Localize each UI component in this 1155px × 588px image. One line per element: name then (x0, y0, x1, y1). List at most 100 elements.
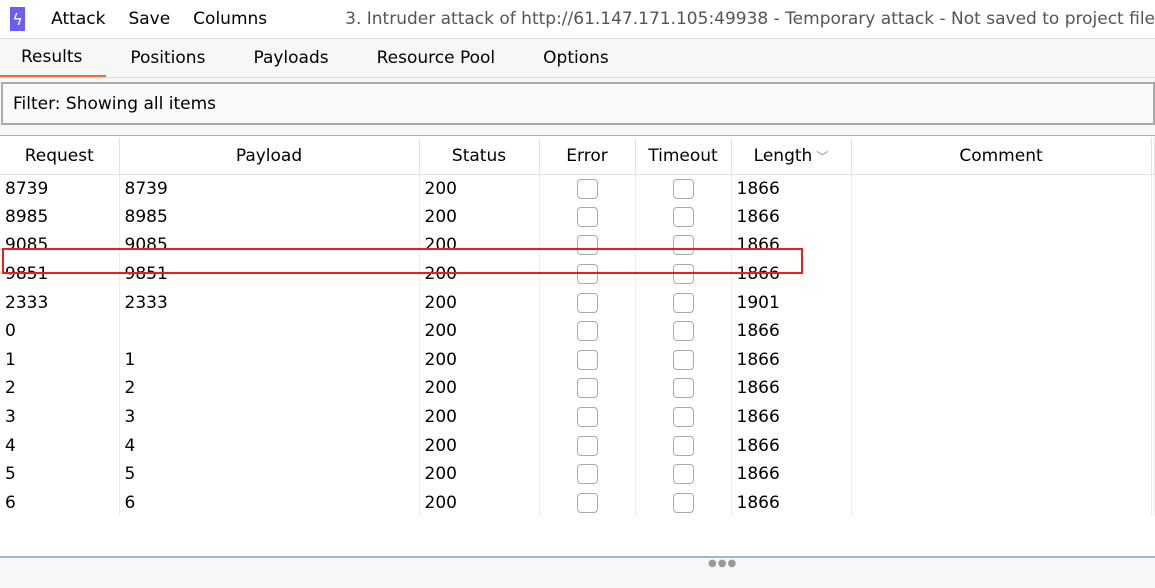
tab-payloads[interactable]: Payloads (229, 39, 352, 77)
timeout-checkbox[interactable] (672, 378, 694, 399)
bottom-panel: ●●● (0, 556, 1155, 588)
timeout-checkbox[interactable] (672, 407, 694, 428)
column-header-error[interactable]: Error (539, 138, 636, 175)
cell-error (539, 202, 636, 232)
cell-comment (851, 202, 1152, 232)
timeout-checkbox[interactable] (672, 321, 694, 342)
column-header-payload[interactable]: Payload (119, 138, 420, 175)
column-header-request[interactable]: Request (0, 138, 120, 175)
timeout-checkbox[interactable] (672, 292, 694, 313)
cell-length: 1866 (731, 174, 852, 203)
cell-comment (851, 174, 1152, 203)
cell-payload: 2333 (119, 288, 420, 317)
tab-options[interactable]: Options (519, 39, 633, 77)
cell-timeout (635, 431, 732, 460)
timeout-checkbox[interactable] (672, 492, 694, 513)
error-checkbox[interactable] (576, 292, 598, 313)
column-label: Request (24, 145, 94, 166)
cell-status: 200 (419, 374, 540, 403)
cell-error (539, 431, 636, 460)
error-checkbox[interactable] (576, 407, 598, 428)
cell-comment (851, 288, 1152, 317)
cell-extra (1151, 316, 1155, 346)
menu-columns[interactable]: Columns (193, 9, 267, 29)
cell-timeout (635, 202, 732, 232)
table-row[interactable]: 2333 2333 200 1901 (0, 288, 1155, 317)
table-row[interactable]: 9085 9085 200 1866 (0, 231, 1155, 260)
table-row[interactable]: 1 1 200 1866 (0, 345, 1155, 375)
resize-handle[interactable]: ●●● (708, 558, 737, 569)
cell-length: 1866 (731, 259, 852, 289)
cell-status: 200 (419, 488, 540, 516)
column-header-timeout[interactable]: Timeout (635, 138, 732, 175)
table-row[interactable]: 4 4 200 1866 (0, 431, 1155, 460)
cell-length: 1866 (731, 345, 852, 375)
filter-bar[interactable]: Filter: Showing all items (1, 82, 1155, 125)
table-row[interactable]: 2 2 200 1866 (0, 374, 1155, 403)
cell-extra (1151, 459, 1155, 489)
tab-results[interactable]: Results (0, 39, 107, 77)
table-row[interactable]: 8739 8739 200 1866 (0, 174, 1155, 203)
error-checkbox[interactable] (576, 492, 598, 513)
error-checkbox[interactable] (576, 321, 598, 342)
column-header-comment[interactable]: Comment (851, 138, 1152, 175)
cell-timeout (635, 174, 732, 203)
table-row[interactable]: 6 6 200 1866 (0, 488, 1155, 516)
error-checkbox[interactable] (576, 349, 598, 370)
cell-comment (851, 431, 1152, 460)
cell-comment (851, 402, 1152, 432)
table-row[interactable]: 9851 9851 200 1866 (0, 259, 1155, 289)
cell-extra (1151, 345, 1155, 375)
cell-extra (1151, 174, 1155, 203)
table-row[interactable]: 5 5 200 1866 (0, 459, 1155, 489)
timeout-checkbox[interactable] (672, 178, 694, 199)
tab-positions[interactable]: Positions (106, 39, 229, 77)
column-label: Length (753, 145, 813, 166)
menu-save[interactable]: Save (128, 9, 170, 29)
column-header-length[interactable]: Length ﹀ (731, 138, 852, 175)
cell-timeout (635, 488, 732, 516)
column-label: Status (451, 145, 507, 166)
cell-payload: 1 (119, 345, 420, 375)
cell-comment (851, 231, 1152, 260)
timeout-checkbox[interactable] (672, 264, 694, 285)
error-checkbox[interactable] (576, 264, 598, 285)
error-checkbox[interactable] (576, 178, 598, 199)
cell-status: 200 (419, 402, 540, 432)
error-checkbox[interactable] (576, 378, 598, 399)
error-checkbox[interactable] (576, 435, 598, 456)
column-label: Timeout (648, 145, 718, 166)
cell-request: 8985 (0, 202, 120, 232)
cell-timeout (635, 259, 732, 289)
cell-extra (1151, 259, 1155, 289)
error-checkbox[interactable] (576, 464, 598, 485)
column-header-extra[interactable] (1151, 138, 1155, 175)
menubar: ϟ Attack Save Columns 3. Intruder attack… (0, 0, 1155, 38)
cell-request: 9851 (0, 259, 120, 289)
error-checkbox[interactable] (576, 235, 598, 256)
timeout-checkbox[interactable] (672, 235, 694, 256)
tab-resource-pool[interactable]: Resource Pool (353, 39, 520, 77)
timeout-checkbox[interactable] (672, 435, 694, 456)
cell-request: 2333 (0, 288, 120, 317)
cell-length: 1866 (731, 374, 852, 403)
cell-timeout (635, 288, 732, 317)
timeout-checkbox[interactable] (672, 464, 694, 485)
lightning-icon: ϟ (10, 7, 26, 31)
table-row[interactable]: 0 200 1866 (0, 316, 1155, 346)
cell-length: 1866 (731, 231, 852, 260)
cell-error (539, 259, 636, 289)
table-row[interactable]: 3 3 200 1866 (0, 402, 1155, 432)
timeout-checkbox[interactable] (672, 349, 694, 370)
cell-timeout (635, 345, 732, 375)
cell-timeout (635, 402, 732, 432)
error-checkbox[interactable] (576, 206, 598, 227)
column-header-status[interactable]: Status (419, 138, 540, 175)
menu-attack[interactable]: Attack (51, 9, 105, 29)
results-table: Request Payload Status Error Timeout Length ﹀ C… (0, 136, 1155, 516)
cell-extra (1151, 202, 1155, 232)
cell-request: 4 (0, 431, 120, 460)
timeout-checkbox[interactable] (672, 206, 694, 227)
tab-bar: Results Positions Payloads Resource Pool… (0, 38, 1155, 78)
table-row[interactable]: 8985 8985 200 1866 (0, 202, 1155, 232)
